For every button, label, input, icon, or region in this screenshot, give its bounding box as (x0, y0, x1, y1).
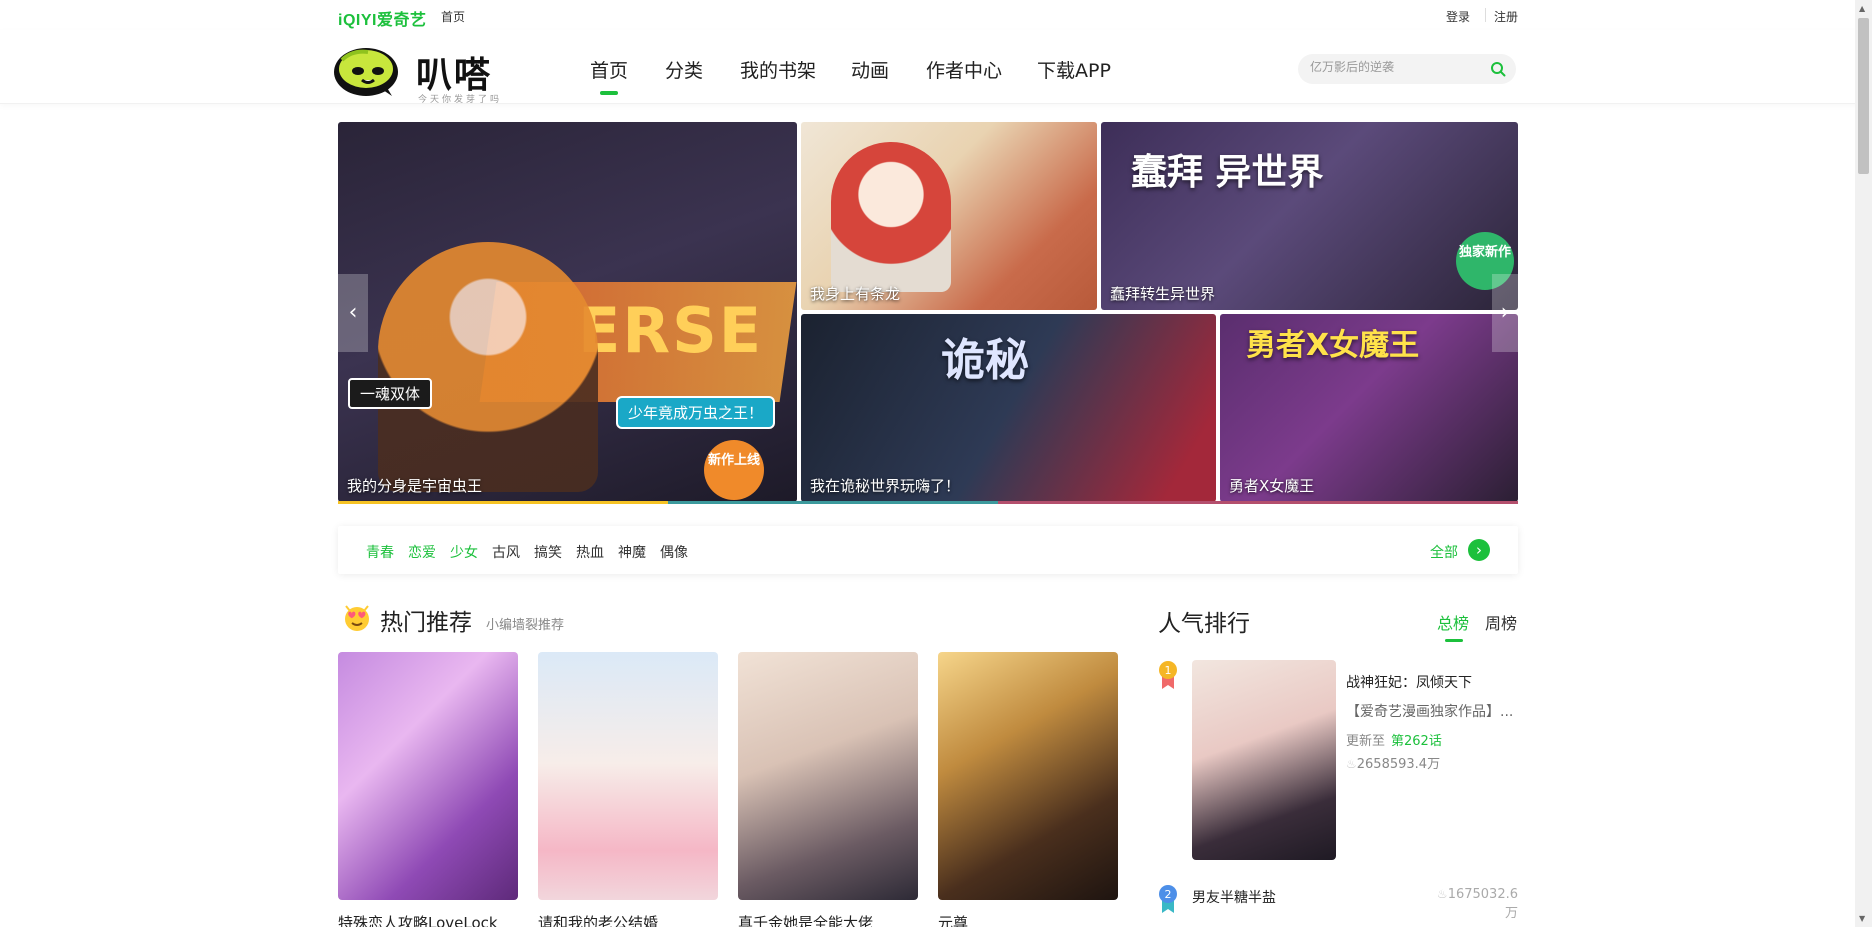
genre-shenmo[interactable]: 神魔 (618, 542, 646, 562)
flame-icon: ♨ (1346, 757, 1357, 771)
slide-art-text: 诡秘 (941, 335, 1029, 386)
comic-card[interactable]: 特殊恋人攻略LoveLock (338, 652, 518, 927)
ranking-comic-title[interactable]: 战神狂妃：凤倾天下 (1346, 672, 1472, 692)
comic-title[interactable]: 请和我的老公结婚 (538, 912, 718, 927)
popularity: ♨1675032.6万 (1436, 887, 1518, 921)
slide-caption: 我的分身是宇宙虫王 (347, 477, 483, 495)
slide-art-text: 勇者X女魔王 (1246, 328, 1420, 363)
comic-card[interactable]: 请和我的老公结婚 (538, 652, 718, 927)
comic-cover[interactable] (538, 652, 718, 900)
flame-icon: ♨ (1436, 887, 1448, 901)
site-logo[interactable]: 叭嗒 今天你发芽了吗 (330, 40, 520, 105)
ranking-comic-title[interactable]: 男友半糖半盐 (1192, 887, 1276, 907)
slide-tag: 少年竟成万虫之王！ (616, 396, 776, 429)
chevron-right-icon[interactable]: › (1492, 274, 1518, 352)
slide-art-text: ERSE (578, 294, 764, 367)
nav-download-app[interactable]: 下载APP (1037, 56, 1111, 83)
section-title: 热门推荐 (380, 610, 472, 636)
comic-title[interactable]: 真千金她是全能大佬 (738, 912, 918, 927)
banner-carousel: ERSE 一魂双体 少年竟成万虫之王！ 新作上线 我的分身是宇宙虫王 我身上有条… (338, 122, 1518, 504)
login-link[interactable]: 登录 (1446, 8, 1470, 25)
ranking-title: 人气排行 (1158, 611, 1250, 637)
all-genres-link[interactable]: 全部 (1430, 542, 1458, 562)
home-link[interactable]: 首页 (441, 8, 465, 25)
register-link[interactable]: 注册 (1494, 8, 1518, 25)
section-subtitle: 小编墙裂推荐 (486, 618, 565, 633)
banner-slide-1[interactable]: ERSE 一魂双体 少年竟成万虫之王！ 新作上线 我的分身是宇宙虫王 (338, 122, 797, 502)
nav-category[interactable]: 分类 (665, 56, 703, 83)
scroll-up-icon[interactable]: ▲ (1859, 4, 1865, 13)
slide-caption: 蠢拜转生异世界 (1110, 285, 1216, 303)
character-illustration (831, 142, 951, 292)
iqiyi-logo[interactable]: iQIYI爱奇艺 (338, 6, 426, 30)
character-illustration (378, 242, 598, 492)
chevron-right-icon[interactable]: › (1468, 539, 1490, 561)
tab-weekly[interactable]: 周榜 (1485, 610, 1517, 634)
tab-total[interactable]: 总榜 (1437, 610, 1469, 642)
nav-home[interactable]: 首页 (590, 56, 628, 95)
genre-gufeng[interactable]: 古风 (492, 542, 520, 562)
comic-cover[interactable] (338, 652, 518, 900)
popularity: ♨2658593.4万 (1346, 757, 1441, 772)
rank-number: 2 (1165, 888, 1172, 901)
slide-caption: 勇者X女魔王 (1229, 477, 1315, 495)
rank-number: 1 (1165, 664, 1172, 677)
genre-ouxiang[interactable]: 偶像 (660, 542, 688, 562)
genre-shaonv[interactable]: 少女 (450, 542, 478, 562)
site-header: 叭嗒 今天你发芽了吗 首页 分类 我的书架 动画 作者中心 下载APP (0, 30, 1872, 105)
banner-slide-4[interactable]: 诡秘 我在诡秘世界玩嗨了！ (801, 314, 1216, 502)
comic-title[interactable]: 元尊 (938, 912, 1118, 927)
banner-slide-2[interactable]: 我身上有条龙 (801, 122, 1097, 310)
comic-cover[interactable] (938, 652, 1118, 900)
latest-chapter-link[interactable]: 第262话 (1391, 734, 1442, 749)
banner-progress (338, 501, 1518, 504)
nav-animation[interactable]: 动画 (851, 56, 889, 83)
search-input[interactable] (1310, 60, 1480, 74)
comic-card[interactable]: 真千金她是全能大佬 (738, 652, 918, 927)
slide-caption: 我在诡秘世界玩嗨了！ (810, 477, 961, 495)
heart-eyes-emoji-icon (345, 605, 369, 631)
nav-author-center[interactable]: 作者中心 (926, 56, 1002, 83)
slide-tag: 一魂双体 (348, 378, 433, 409)
banner-slide-5[interactable]: 勇者X女魔王 勇者X女魔王 (1220, 314, 1518, 502)
genre-lianai[interactable]: 恋爱 (408, 542, 436, 562)
nav-bookshelf[interactable]: 我的书架 (740, 56, 816, 83)
comic-title[interactable]: 特殊恋人攻略LoveLock (338, 912, 518, 927)
scroll-down-icon[interactable]: ▼ (1859, 914, 1865, 923)
genre-bar: 青春 恋爱 少女 古风 搞笑 热血 神魔 偶像 全部 › (338, 526, 1518, 574)
rank-medal-icon: 1 (1159, 661, 1177, 689)
genre-gaoxiao[interactable]: 搞笑 (534, 542, 562, 562)
top-divider (1485, 8, 1486, 22)
mascot-icon (334, 48, 398, 96)
brand-slogan: 今天你发芽了吗 (418, 95, 503, 105)
comic-card[interactable]: 元尊 (938, 652, 1118, 927)
genre-qingchun[interactable]: 青春 (366, 542, 394, 562)
scroll-thumb[interactable] (1858, 18, 1869, 174)
genre-rexue[interactable]: 热血 (576, 542, 604, 562)
slide-caption: 我身上有条龙 (810, 285, 901, 303)
page-scrollbar[interactable]: ▲ ▼ (1855, 0, 1872, 927)
banner-slide-3[interactable]: 蠢拜 异世界 独家新作 蠢拜转生异世界 (1101, 122, 1518, 310)
progress-segment (668, 501, 998, 504)
search-icon[interactable] (1490, 61, 1506, 77)
progress-segment (338, 501, 668, 504)
chevron-left-icon[interactable]: ‹ (338, 274, 368, 352)
page: iQIYI爱奇艺 首页 登录 注册 叭嗒 今天你发芽了吗 首页 分类 我的书架 … (0, 0, 1872, 927)
progress-segment (998, 501, 1518, 504)
ranking-comic-desc: 【爱奇艺漫画独家作品】... (1346, 704, 1514, 720)
brand-wordmark: 叭嗒 (416, 55, 493, 96)
rank-medal-icon: 2 (1159, 885, 1177, 913)
slide-art-text: 蠢拜 异世界 (1131, 152, 1324, 193)
top-strip: iQIYI爱奇艺 首页 登录 注册 (0, 0, 1872, 30)
new-badge: 新作上线 (704, 440, 764, 500)
ranking-cover[interactable] (1192, 660, 1336, 860)
search-box (1298, 54, 1516, 84)
comic-cover[interactable] (738, 652, 918, 900)
ranking-update: 更新至 第262话 (1346, 734, 1442, 749)
